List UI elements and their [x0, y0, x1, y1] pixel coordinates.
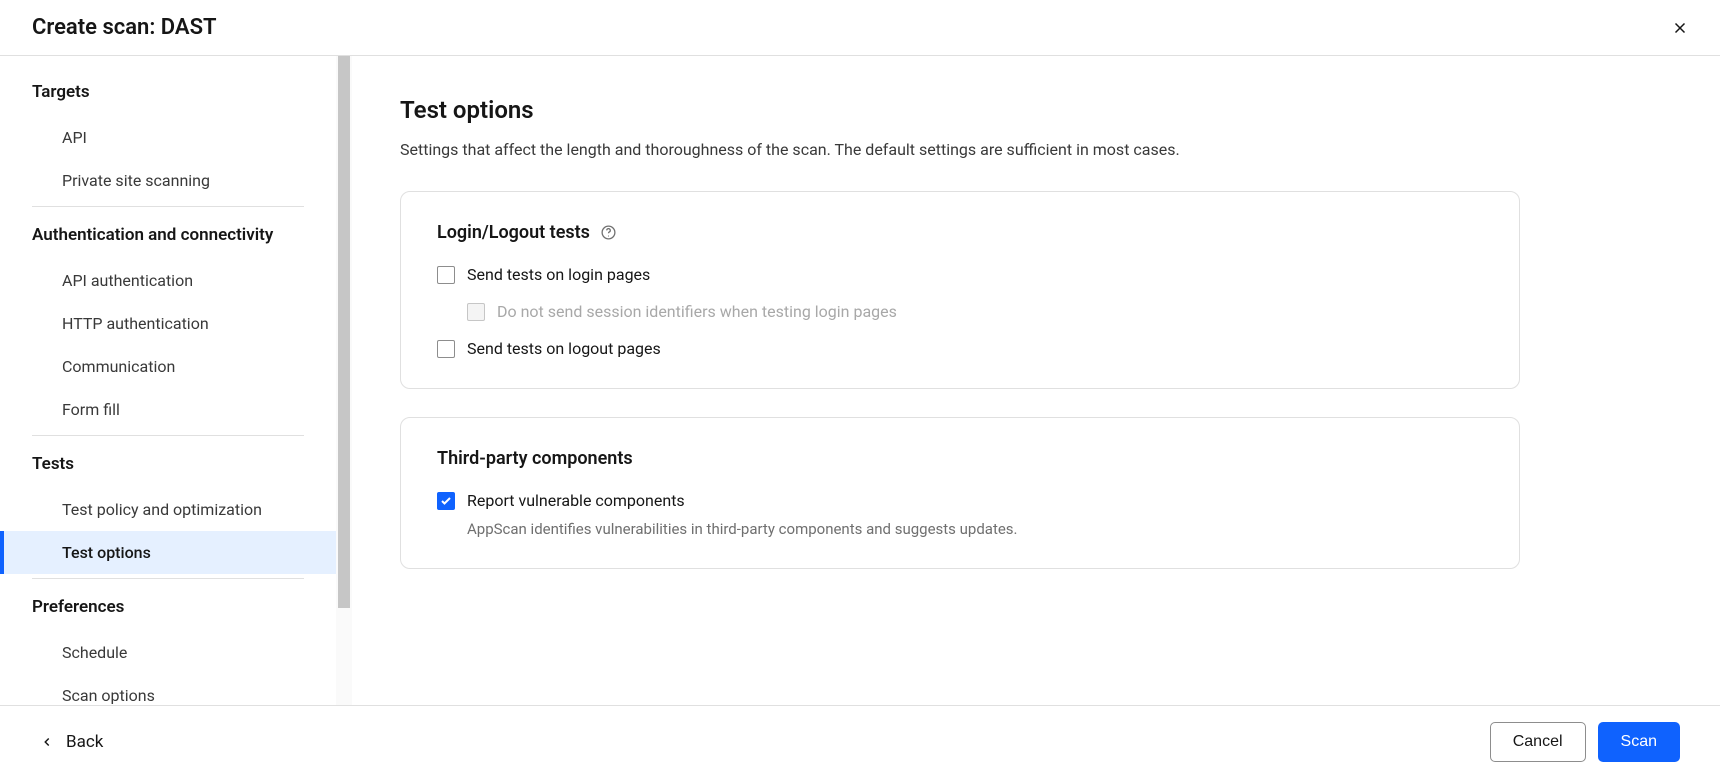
checkbox-send-tests-logout[interactable]: [437, 340, 455, 358]
dialog-title: Create scan: DAST: [32, 15, 217, 40]
scan-button[interactable]: Scan: [1598, 722, 1680, 762]
card-title-login-logout: Login/Logout tests: [437, 222, 590, 243]
sidebar-divider: [32, 578, 304, 579]
page-title: Test options: [400, 96, 1672, 124]
sidebar-item-api-authentication[interactable]: API authentication: [0, 259, 336, 302]
checkbox-send-tests-login[interactable]: [437, 266, 455, 284]
help-icon[interactable]: [600, 224, 618, 242]
sidebar-scrollbar-thumb[interactable]: [338, 56, 350, 608]
checkmark-icon: [440, 495, 452, 507]
checkbox-label-no-session-identifiers: Do not send session identifiers when tes…: [497, 302, 897, 321]
checkbox-no-session-identifiers: [467, 303, 485, 321]
dialog-header: Create scan: DAST: [0, 0, 1720, 56]
checkbox-label-report-vulnerable: Report vulnerable components: [467, 491, 685, 510]
sidebar-item-http-authentication[interactable]: HTTP authentication: [0, 302, 336, 345]
back-button[interactable]: Back: [40, 732, 103, 752]
chevron-left-icon: [40, 735, 54, 749]
sidebar-section-tests: Tests: [0, 440, 336, 488]
checkbox-report-vulnerable[interactable]: [437, 492, 455, 510]
sidebar-item-private-site-scanning[interactable]: Private site scanning: [0, 159, 336, 202]
sidebar-item-form-fill[interactable]: Form fill: [0, 388, 336, 431]
close-icon: [1671, 19, 1689, 37]
checkbox-desc-report-vulnerable: AppScan identifies vulnerabilities in th…: [467, 520, 1483, 538]
sidebar-section-auth: Authentication and connectivity: [0, 211, 336, 259]
login-logout-tests-card: Login/Logout tests Send tests on login p…: [400, 191, 1520, 389]
checkbox-label-send-tests-login: Send tests on login pages: [467, 265, 650, 284]
sidebar: Targets API Private site scanning Authen…: [0, 56, 336, 705]
sidebar-item-api[interactable]: API: [0, 116, 336, 159]
main-content: Test options Settings that affect the le…: [352, 56, 1720, 705]
checkbox-label-send-tests-logout: Send tests on logout pages: [467, 339, 661, 358]
sidebar-section-preferences: Preferences: [0, 583, 336, 631]
close-button[interactable]: [1664, 12, 1696, 44]
sidebar-item-test-options[interactable]: Test options: [0, 531, 336, 574]
back-label: Back: [66, 732, 103, 752]
sidebar-item-schedule[interactable]: Schedule: [0, 631, 336, 674]
page-description: Settings that affect the length and thor…: [400, 140, 1672, 159]
sidebar-item-test-policy[interactable]: Test policy and optimization: [0, 488, 336, 531]
dialog-footer: Back Cancel Scan: [0, 705, 1720, 777]
sidebar-section-targets: Targets: [0, 68, 336, 116]
sidebar-container: Targets API Private site scanning Authen…: [0, 56, 352, 705]
sidebar-item-communication[interactable]: Communication: [0, 345, 336, 388]
cancel-button[interactable]: Cancel: [1490, 722, 1586, 762]
sidebar-divider: [32, 206, 304, 207]
third-party-components-card: Third-party components Report vulnerable…: [400, 417, 1520, 569]
card-title-third-party: Third-party components: [437, 448, 633, 469]
sidebar-item-scan-options[interactable]: Scan options: [0, 674, 336, 705]
sidebar-scrollbar[interactable]: [336, 56, 352, 705]
sidebar-divider: [32, 435, 304, 436]
